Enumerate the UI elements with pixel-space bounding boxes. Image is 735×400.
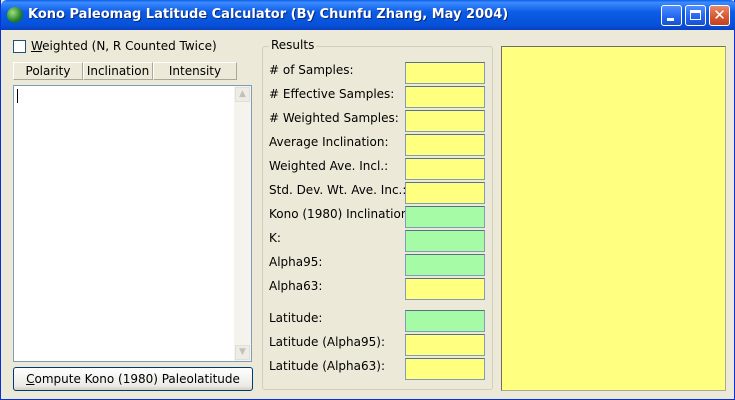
results-legend: Results [269, 38, 317, 52]
text-caret [17, 89, 18, 103]
maximize-button[interactable] [685, 5, 706, 26]
title-bar[interactable]: Kono Paleomag Latitude Calculator (By Ch… [1, 0, 735, 30]
weighted-ave-incl-label: Weighted Ave. Incl.: [269, 159, 389, 173]
average-inclination-field[interactable] [405, 134, 485, 156]
average-inclination-label: Average Inclination: [269, 135, 389, 149]
window-title: Kono Paleomag Latitude Calculator (By Ch… [28, 7, 509, 22]
alpha63-field[interactable] [405, 278, 485, 300]
num-samples-field[interactable] [405, 62, 485, 84]
kono-inclination-field[interactable] [405, 206, 485, 228]
k-field[interactable] [405, 230, 485, 252]
num-samples-label: # of Samples: [269, 63, 354, 77]
globe-icon [7, 7, 23, 23]
column-header-polarity[interactable]: Polarity [13, 62, 83, 80]
weighted-samples-field[interactable] [405, 110, 485, 132]
effective-samples-label: # Effective Samples: [269, 87, 395, 101]
main-window: Kono Paleomag Latitude Calculator (By Ch… [0, 0, 735, 400]
scroll-down-icon[interactable]: ▼ [235, 345, 250, 360]
std-dev-label: Std. Dev. Wt. Ave. Inc.: [269, 183, 407, 197]
effective-samples-field[interactable] [405, 86, 485, 108]
k-label: K: [269, 231, 281, 245]
alpha95-label: Alpha95: [269, 255, 323, 269]
minimize-button[interactable] [661, 5, 682, 26]
maximize-icon [690, 10, 701, 20]
column-header-inclination[interactable]: Inclination [83, 62, 153, 80]
latitude-field[interactable] [405, 310, 485, 332]
alpha95-field[interactable] [405, 254, 485, 276]
column-header-intensity[interactable]: Intensity [153, 62, 237, 80]
latitude-alpha95-label: Latitude (Alpha95): [269, 335, 385, 349]
minimize-icon [667, 18, 674, 21]
alpha63-label: Alpha63: [269, 279, 323, 293]
weighted-checkbox-label[interactable]: Weighted (N, R Counted Twice) [31, 39, 217, 53]
scroll-up-icon[interactable]: ▲ [235, 87, 250, 102]
close-button[interactable]: ✕ [709, 5, 730, 26]
kono-inclination-label: Kono (1980) Inclination: [269, 207, 413, 221]
std-dev-field[interactable] [405, 182, 485, 204]
weighted-ave-incl-field[interactable] [405, 158, 485, 180]
compute-button[interactable]: Compute Kono (1980) Paleolatitude [13, 367, 253, 391]
weighted-checkbox[interactable] [13, 40, 26, 53]
latitude-alpha63-field[interactable] [405, 358, 485, 380]
weighted-samples-label: # Weighted Samples: [269, 111, 399, 125]
close-icon: ✕ [713, 6, 726, 24]
vertical-scrollbar[interactable]: ▲ ▼ [234, 86, 251, 361]
latitude-alpha95-field[interactable] [405, 334, 485, 356]
latitude-label: Latitude: [269, 311, 323, 325]
output-display-panel[interactable] [501, 46, 726, 391]
latitude-alpha63-label: Latitude (Alpha63): [269, 359, 385, 373]
data-entry-textarea[interactable]: ▲ ▼ [13, 85, 252, 362]
